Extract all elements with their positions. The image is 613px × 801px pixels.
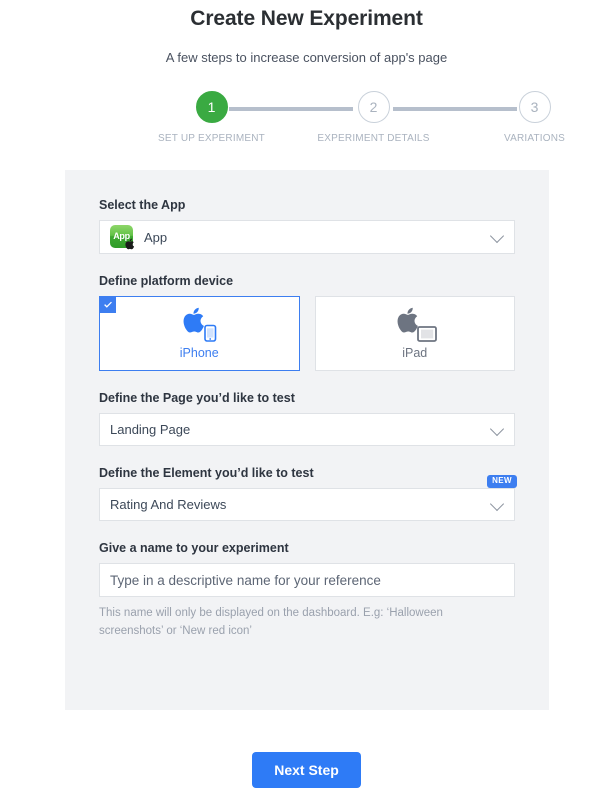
experiment-name-helper: This name will only be displayed on the … [99,607,443,638]
chevron-down-icon [489,228,505,244]
stepper-step-1-circle: 1 [195,91,228,123]
stepper-step-1-label: SET UP EXPERIMENT [158,133,265,144]
chevron-down-icon [489,496,505,511]
experiment-name-label: Give a name to your experiment [99,541,289,555]
page-select-group: Define the Page you’d like to test Landi… [99,391,515,446]
element-select-wrapper: NEW Rating And Reviews [99,475,517,521]
page-select-value: Landing Page [110,422,191,437]
progress-stepper: 1 SET UP EXPERIMENT 2 EXPERIMENT DETAILS… [67,86,565,148]
stepper-step-1[interactable]: 1 SET UP EXPERIMENT [152,86,272,144]
apple-ipad-icon [391,307,439,343]
select-app-label: Select the App [99,198,186,212]
element-select-value: Rating And Reviews [110,497,227,512]
device-option-iphone[interactable]: iPhone [99,296,300,371]
experiment-name-group: Give a name to your experiment This name… [99,541,515,641]
page-subtitle: A few steps to increase conversion of ap… [165,50,448,65]
stepper-step-2-circle: 2 [357,91,390,123]
form-footer: Next Step [0,752,613,788]
apple-logo-icon [125,238,135,249]
device-option-ipad[interactable]: iPad [314,296,515,371]
checkmark-icon [99,296,116,313]
select-app-dropdown[interactable]: App App [99,220,515,254]
platform-device-options: iPhone iPad [99,296,515,371]
page-select-dropdown[interactable]: Landing Page [99,413,515,446]
select-app-group: Select the App App App [99,198,515,254]
stepper-step-3-label: VARIATIONS [503,133,566,144]
experiment-name-input[interactable] [99,563,515,597]
platform-device-label: Define platform device [99,274,234,288]
page-select-label: Define the Page you’d like to test [99,391,295,405]
stepper-step-3-circle: 3 [518,91,551,123]
new-badge: NEW [487,475,517,492]
stepper-step-2-label: EXPERIMENT DETAILS [317,133,430,144]
select-app-value: App [144,229,168,245]
stepper-step-3[interactable]: 3 VARIATIONS [475,86,595,144]
chevron-down-icon [489,421,505,436]
stepper-step-2[interactable]: 2 EXPERIMENT DETAILS [314,86,434,144]
next-step-button[interactable]: Next Step [252,752,361,788]
device-option-iphone-label: iPhone [179,346,219,360]
experiment-form-panel: Select the App App App Define platform d… [65,170,549,710]
element-select-group: Define the Element you’d like to test NE… [99,466,517,521]
platform-device-group: Define platform device iPhone iPad [99,274,515,371]
green-app-icon: App [110,224,135,250]
apple-iphone-icon [177,307,221,343]
element-select-label: Define the Element you’d like to test [99,466,314,480]
page-title: Create New Experiment [190,7,423,30]
element-select-dropdown[interactable]: Rating And Reviews [99,488,515,521]
device-option-ipad-label: iPad [402,346,428,360]
